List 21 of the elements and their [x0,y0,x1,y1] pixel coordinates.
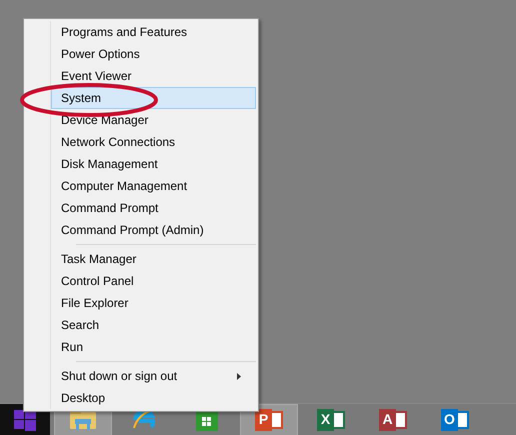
taskbar-button[interactable]: X [302,404,360,435]
menu-item[interactable]: Power Options [51,43,256,65]
menu-item[interactable]: Control Panel [51,270,256,292]
menu-item[interactable]: Disk Management [51,153,256,175]
menu-item[interactable]: System [51,87,256,109]
menu-item[interactable]: File Explorer [51,292,256,314]
menu-item[interactable]: Device Manager [51,109,256,131]
taskbar-button[interactable]: P [240,404,298,435]
menu-item[interactable]: Task Manager [51,248,256,270]
menu-item[interactable]: Computer Management [51,175,256,197]
menu-item[interactable]: Command Prompt (Admin) [51,219,256,241]
menu-item[interactable]: Programs and Features [51,21,256,43]
windows-logo-icon [14,408,36,430]
menu-item[interactable]: Command Prompt [51,197,256,219]
menu-item[interactable]: Event Viewer [51,65,256,87]
menu-item[interactable]: Search [51,314,256,336]
menu-item[interactable]: Run [51,336,256,358]
menu-item[interactable]: Network Connections [51,131,256,153]
taskbar-button[interactable]: O [426,404,484,435]
taskbar-button[interactable]: A [364,404,422,435]
menu-item[interactable]: Shut down or sign out [51,365,256,387]
